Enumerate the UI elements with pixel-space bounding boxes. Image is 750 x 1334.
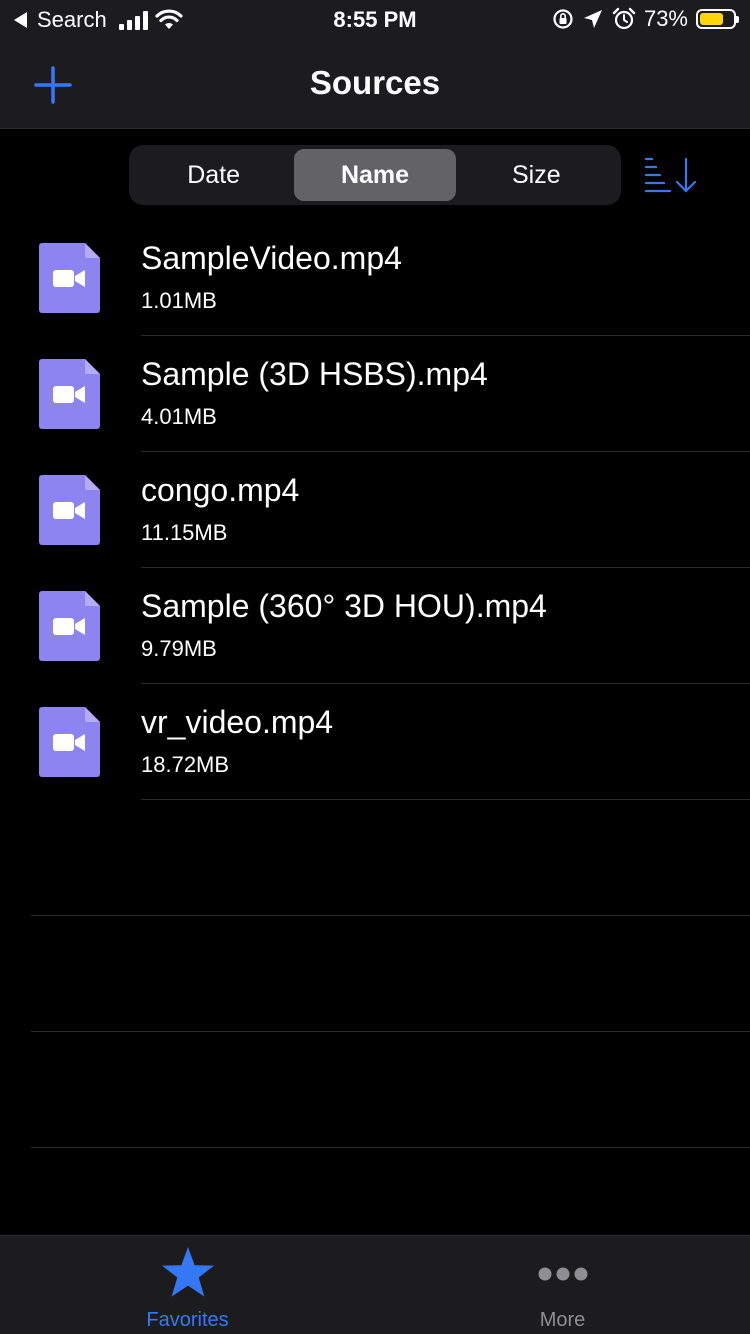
sort-order-button[interactable] <box>644 156 698 194</box>
file-row[interactable]: Sample (3D HSBS).mp4 4.01MB <box>0 336 750 452</box>
location-arrow-icon <box>583 10 602 28</box>
empty-row <box>0 916 750 1032</box>
star-icon <box>161 1247 214 1297</box>
tab-favorites[interactable]: Favorites <box>0 1236 375 1334</box>
video-file-icon <box>39 475 100 545</box>
file-list: SampleVideo.mp4 1.01MB Sample (3D HSBS).… <box>0 220 750 1148</box>
file-row[interactable]: Sample (360° 3D HOU).mp4 9.79MB <box>0 568 750 684</box>
file-name: Sample (3D HSBS).mp4 <box>141 356 488 392</box>
file-size: 1.01MB <box>141 288 217 313</box>
tab-label: More <box>539 1309 586 1331</box>
tab-label: Favorites <box>146 1309 229 1331</box>
file-size: 9.79MB <box>141 636 217 661</box>
row-divider <box>31 1147 750 1148</box>
empty-row <box>0 1032 750 1148</box>
alarm-icon <box>612 7 636 30</box>
video-file-icon <box>39 243 100 313</box>
segment-size[interactable]: Size <box>456 149 617 201</box>
battery-percentage: 73% <box>643 6 688 31</box>
tab-more[interactable]: More <box>375 1236 750 1334</box>
file-row[interactable]: SampleVideo.mp4 1.01MB <box>0 220 750 336</box>
video-file-icon <box>39 707 100 777</box>
file-size: 18.72MB <box>141 752 230 777</box>
segment-name[interactable]: Name <box>294 149 456 201</box>
sort-descending-icon <box>644 157 697 193</box>
tab-bar: Favorites More <box>0 1235 750 1334</box>
file-size: 11.15MB <box>141 520 228 545</box>
screen: Search 8:55 PM 73% Sources Date Name Siz… <box>0 0 750 1334</box>
rotation-lock-icon <box>553 9 573 29</box>
page-title: Sources <box>309 64 441 101</box>
file-row[interactable]: vr_video.mp4 18.72MB <box>0 684 750 800</box>
navigation-bar: Sources <box>0 40 750 128</box>
file-size: 4.01MB <box>141 404 217 429</box>
top-bar: Search 8:55 PM 73% Sources <box>0 0 750 129</box>
file-name: SampleVideo.mp4 <box>141 240 402 276</box>
battery-level <box>700 13 724 25</box>
status-right: 73% <box>552 6 739 32</box>
file-row[interactable]: congo.mp4 11.15MB <box>0 452 750 568</box>
file-name: congo.mp4 <box>141 472 300 508</box>
more-dots-icon <box>538 1267 587 1281</box>
battery-icon <box>696 9 739 29</box>
status-bar: Search 8:55 PM 73% <box>0 0 750 40</box>
empty-row <box>0 800 750 916</box>
file-name: Sample (360° 3D HOU).mp4 <box>141 588 547 624</box>
video-file-icon <box>39 359 100 429</box>
video-file-icon <box>39 591 100 661</box>
sort-segmented-control: Date Name Size <box>129 145 621 205</box>
segment-date[interactable]: Date <box>133 149 294 201</box>
file-name: vr_video.mp4 <box>141 704 334 740</box>
